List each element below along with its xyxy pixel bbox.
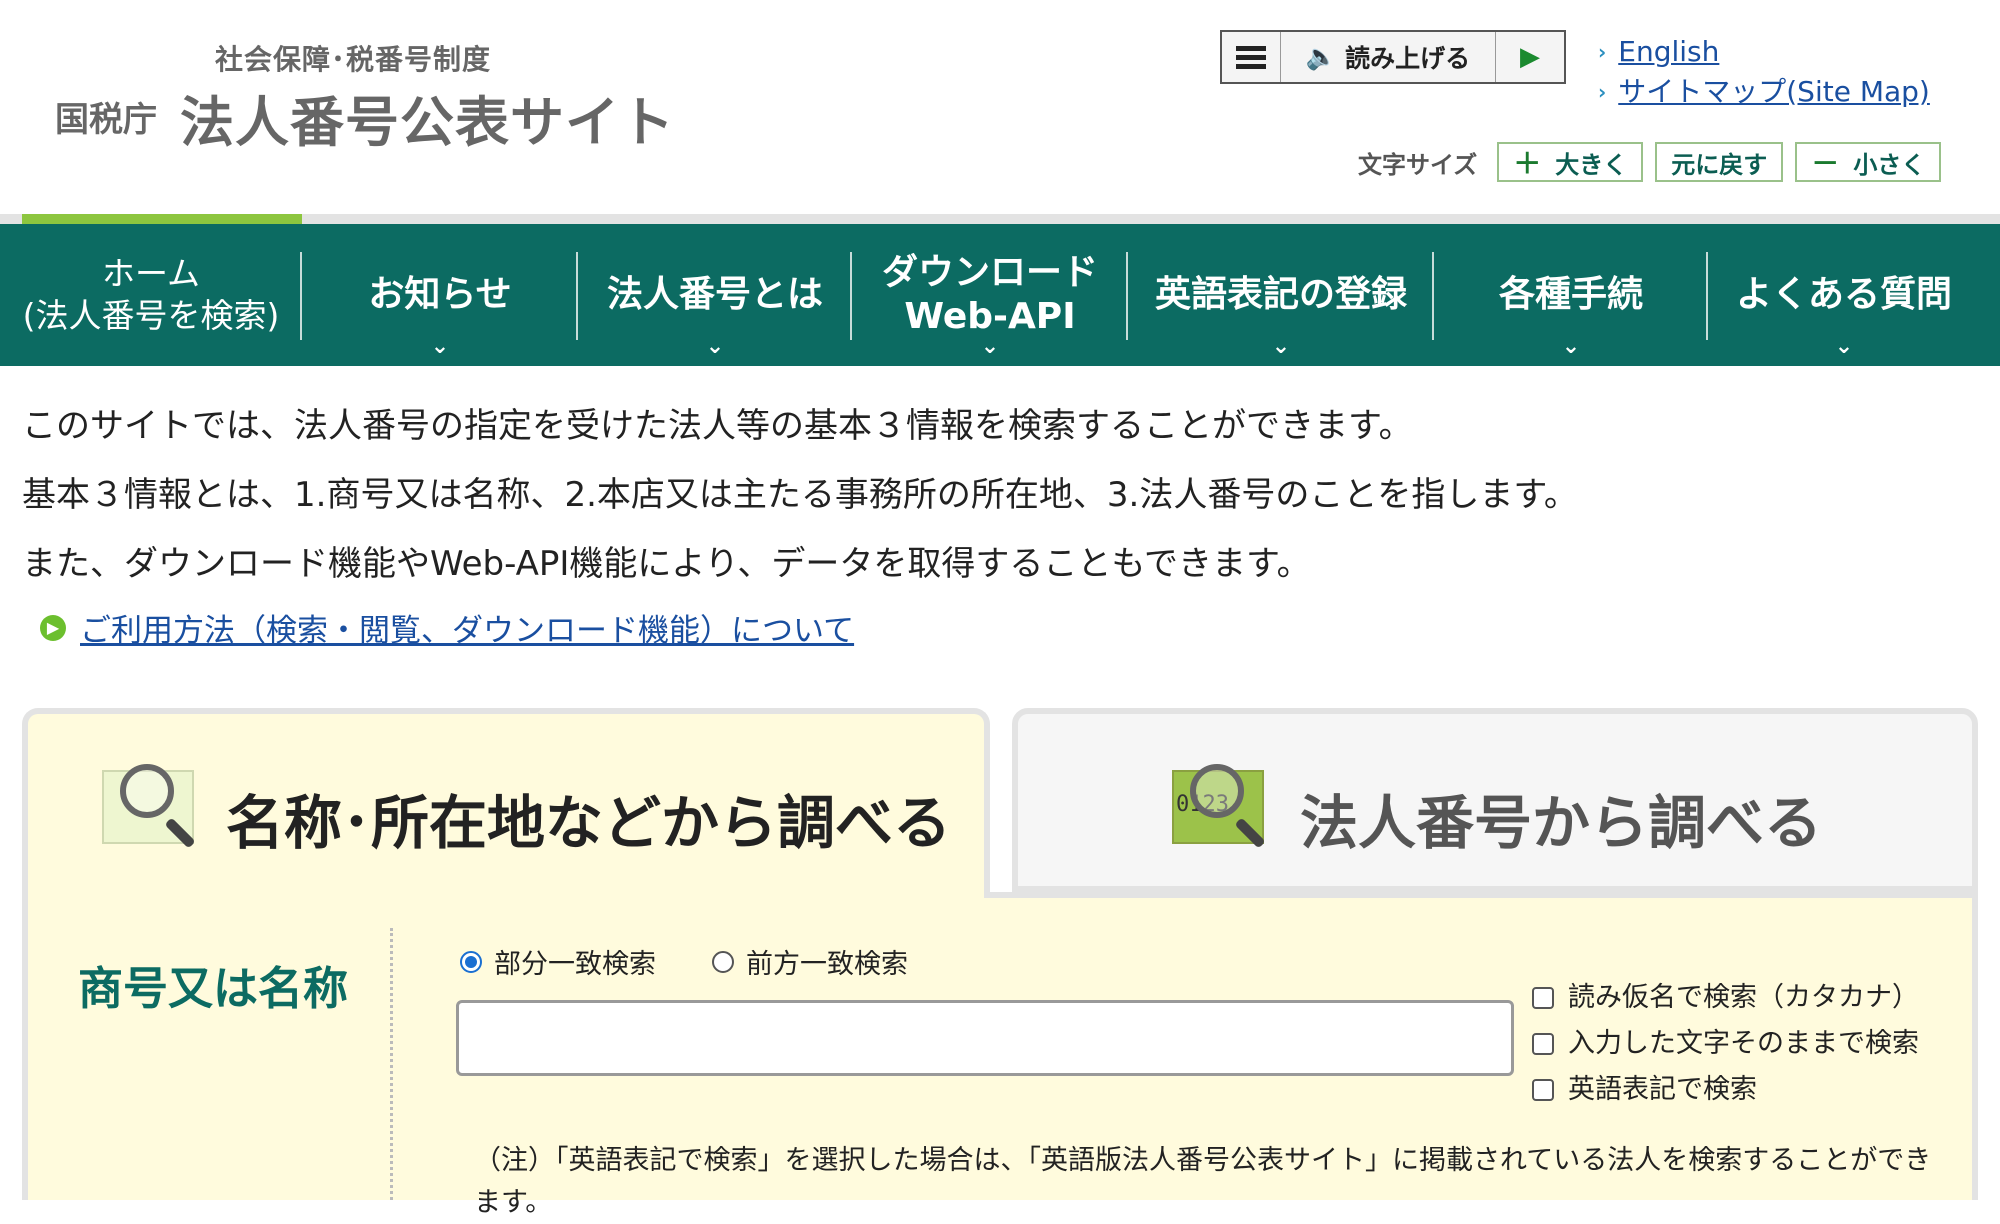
chevron-right-icon: ›	[1598, 40, 1607, 64]
exact-text-search-label: 入力した文字そのままで検索	[1568, 1028, 1919, 1059]
nav-item-download[interactable]: ダウンロード Web-API ⌄	[852, 224, 1128, 366]
intro-text: このサイトでは、法人番号の指定を受けた法人等の基本３情報を検索することができます…	[22, 392, 1578, 599]
minus-icon: －	[1811, 147, 1840, 180]
hamburger-icon	[1236, 45, 1266, 51]
katakana-search-checkbox[interactable]: 読み仮名で検索（カタカナ）	[1532, 975, 1919, 1021]
company-name-input[interactable]	[456, 1000, 1514, 1076]
chevron-down-icon: ⌄	[1561, 334, 1581, 359]
chevron-down-icon: ⌄	[1271, 334, 1291, 359]
company-name-field-label: 商号又は名称	[78, 962, 349, 1015]
read-aloud-label: 読み上げる	[1345, 44, 1471, 73]
partial-match-radio[interactable]: 部分一致検索	[460, 942, 656, 981]
intro-line: 基本３情報とは、1.商号又は名称、2.本店又は主たる事務所の所在地、3.法人番号…	[22, 475, 1578, 515]
font-size-controls: 文字サイズ ＋ 大きく 元に戻す － 小さく	[1358, 142, 1942, 182]
hamburger-icon-bar	[1236, 54, 1266, 60]
icon-lens	[1190, 764, 1244, 818]
font-larger-button[interactable]: ＋ 大きく	[1497, 142, 1644, 182]
chevron-down-icon: ⌄	[430, 334, 450, 359]
search-options: 読み仮名で検索（カタカナ） 入力した文字そのままで検索 英語表記で検索	[1532, 975, 1919, 1113]
panel-top-border	[990, 892, 1978, 898]
font-reset-button[interactable]: 元に戻す	[1655, 142, 1784, 182]
english-link-row: › English	[1598, 32, 1930, 72]
field-divider	[390, 928, 393, 1200]
nav-item-procedures[interactable]: 各種手続 ⌄	[1434, 224, 1708, 366]
nav-home-label: ホーム	[101, 254, 200, 293]
nav-faq-label: よくある質問	[1735, 274, 1952, 315]
site-logo[interactable]: 社会保障･税番号制度 国税庁 法人番号公表サイト	[55, 38, 675, 154]
speaker-icon: 🔈	[1305, 42, 1338, 71]
font-smaller-button[interactable]: － 小さく	[1795, 142, 1942, 182]
nav-item-home[interactable]: ホーム (法人番号を検索)	[0, 224, 302, 366]
number-magnifier-icon: 0123	[1168, 760, 1272, 850]
global-nav: ホーム (法人番号を検索) お知らせ ⌄ 法人番号とは ⌄ ダウンロード Web…	[0, 224, 2000, 366]
play-button[interactable]: ▶	[1496, 32, 1564, 82]
tab-name-address-search[interactable]: 名称･所在地などから調べる	[22, 708, 990, 908]
header-links: › English › サイトマップ(Site Map)	[1598, 32, 1930, 112]
font-reset-label: 元に戻す	[1671, 150, 1768, 179]
plus-icon: ＋	[1513, 147, 1542, 180]
nav-item-english-registration[interactable]: 英語表記の登録 ⌄	[1128, 224, 1434, 366]
usage-guide-link[interactable]: ご利用方法（検索・閲覧、ダウンロード機能）について	[80, 605, 854, 650]
english-search-checkbox[interactable]: 英語表記で検索	[1532, 1067, 1919, 1113]
play-icon: ▶	[1520, 42, 1540, 72]
partial-match-label: 部分一致検索	[494, 949, 656, 980]
nav-news-label: お知らせ	[368, 274, 512, 315]
katakana-search-label: 読み仮名で検索（カタカナ）	[1568, 982, 1919, 1013]
match-type-radios: 部分一致検索 前方一致検索	[460, 942, 908, 981]
nav-english-registration-label: 英語表記の登録	[1154, 274, 1407, 315]
usage-guide: ▶ ご利用方法（検索・閲覧、ダウンロード機能）について	[40, 605, 854, 650]
reader-menu-button[interactable]	[1222, 32, 1281, 82]
chevron-right-icon: ›	[1598, 80, 1607, 104]
tab-corporate-number-label: 法人番号から調べる	[1300, 789, 1823, 857]
sitemap-link-row: › サイトマップ(Site Map)	[1598, 72, 1930, 112]
radio-icon	[712, 950, 734, 973]
nav-download-label: ダウンロード	[881, 252, 1098, 293]
chevron-down-icon: ⌄	[980, 334, 1000, 359]
english-link[interactable]: English	[1618, 32, 1719, 72]
building-magnifier-icon	[98, 760, 202, 850]
icon-lens	[120, 764, 174, 818]
chevron-down-icon: ⌄	[1834, 334, 1854, 359]
read-aloud-button[interactable]: 🔈 読み上げる	[1281, 32, 1496, 82]
nav-about-label: 法人番号とは	[606, 274, 823, 315]
checkbox-icon	[1532, 1079, 1554, 1101]
text-reader-toolbar: 🔈 読み上げる ▶	[1220, 30, 1566, 84]
intro-line: このサイトでは、法人番号の指定を受けた法人等の基本３情報を検索することができます…	[22, 406, 1413, 446]
radio-icon	[460, 950, 482, 973]
font-larger-label: 大きく	[1555, 150, 1628, 179]
hamburger-icon-bar	[1236, 63, 1266, 69]
checkbox-icon	[1532, 987, 1554, 1009]
nav-home-sublabel: (法人番号を検索)	[22, 296, 280, 335]
arrow-circle-icon: ▶	[40, 614, 66, 641]
logo-subtitle: 社会保障･税番号制度	[215, 43, 492, 76]
logo-agency: 国税庁	[55, 100, 157, 140]
intro-line: また、ダウンロード機能やWeb-API機能により、データを取得することもできます…	[22, 544, 1311, 584]
prefix-match-label: 前方一致検索	[746, 949, 908, 980]
chevron-down-icon: ⌄	[705, 334, 725, 359]
prefix-match-radio[interactable]: 前方一致検索	[712, 942, 908, 981]
checkbox-icon	[1532, 1033, 1554, 1055]
nav-webapi-label: Web-API	[904, 296, 1076, 337]
sitemap-link[interactable]: サイトマップ(Site Map)	[1618, 72, 1930, 112]
english-search-label: 英語表記で検索	[1568, 1074, 1757, 1105]
font-smaller-label: 小さく	[1853, 150, 1926, 179]
nav-item-about[interactable]: 法人番号とは ⌄	[578, 224, 852, 366]
nav-item-news[interactable]: お知らせ ⌄	[302, 224, 578, 366]
font-size-label: 文字サイズ	[1358, 150, 1478, 179]
tab-name-address-label: 名称･所在地などから調べる	[226, 789, 952, 857]
logo-title: 法人番号公表サイト	[180, 91, 675, 154]
tab-corporate-number-search[interactable]: 0123 法人番号から調べる	[1012, 708, 1978, 892]
nav-item-faq[interactable]: よくある質問 ⌄	[1708, 224, 1980, 366]
english-search-note: （注）「英語表記で検索」を選択した場合は、「英語版法人番号公表サイト」に掲載され…	[474, 1145, 1932, 1218]
exact-text-search-checkbox[interactable]: 入力した文字そのままで検索	[1532, 1021, 1919, 1067]
nav-active-indicator	[22, 214, 302, 224]
nav-procedures-label: 各種手続	[1498, 274, 1643, 315]
